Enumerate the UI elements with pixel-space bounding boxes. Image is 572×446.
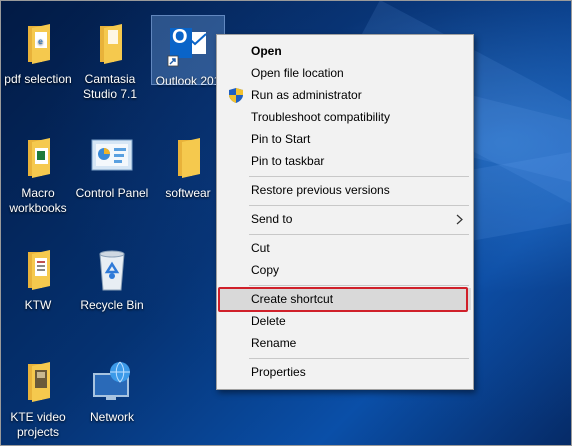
menu-item-label: Restore previous versions <box>251 183 390 197</box>
desktop-icon-control-panel[interactable]: Control Panel <box>74 134 150 201</box>
menu-item-label: Pin to taskbar <box>251 154 325 168</box>
desktop-icon-camtasia[interactable]: Camtasia Studio 7.1 <box>72 20 148 102</box>
icon-label: softwear <box>165 186 211 200</box>
folder-document-icon <box>14 358 62 406</box>
chevron-right-icon <box>456 214 463 225</box>
icon-label: pdf selection <box>4 72 72 86</box>
menu-item-open[interactable]: Open <box>219 40 471 62</box>
menu-item-troubleshoot-compatibility[interactable]: Troubleshoot compatibility <box>219 106 471 128</box>
outlook-icon: O <box>164 22 212 70</box>
menu-item-properties[interactable]: Properties <box>219 361 471 383</box>
menu-item-label: Run as administrator <box>251 88 362 102</box>
desktop[interactable]: e pdf selection Camtasia Studio 7.1 O Ou… <box>0 0 572 446</box>
icon-label: Control Panel <box>75 186 149 200</box>
folder-icon <box>86 20 134 68</box>
menu-item-label: Cut <box>251 241 270 255</box>
folder-excel-icon <box>14 134 62 182</box>
menu-item-send-to[interactable]: Send to <box>219 208 471 230</box>
menu-item-label: Pin to Start <box>251 132 311 146</box>
annotation-highlight-box <box>218 287 468 312</box>
recycle-bin-icon <box>88 246 136 294</box>
folder-document-icon <box>14 246 62 294</box>
menu-item-pin-to-taskbar[interactable]: Pin to taskbar <box>219 150 471 172</box>
folder-icon <box>164 134 212 182</box>
menu-separator <box>249 358 469 359</box>
network-icon <box>88 358 136 406</box>
desktop-icon-ktw[interactable]: KTW <box>0 246 76 313</box>
control-panel-icon <box>88 134 136 182</box>
menu-item-restore-previous-versions[interactable]: Restore previous versions <box>219 179 471 201</box>
menu-separator <box>249 205 469 206</box>
menu-item-copy[interactable]: Copy <box>219 259 471 281</box>
desktop-icon-outlook[interactable]: O Outlook 201 <box>151 15 225 88</box>
menu-item-pin-to-start[interactable]: Pin to Start <box>219 128 471 150</box>
icon-label: Outlook 201 <box>155 74 221 88</box>
menu-item-label: Send to <box>251 212 293 226</box>
icon-label: KTE video projects <box>10 410 66 439</box>
desktop-icon-kte-video-projects[interactable]: KTE video projects <box>0 358 76 440</box>
menu-item-label: Delete <box>251 314 286 328</box>
menu-separator <box>249 285 469 286</box>
folder-document-icon: e <box>14 20 62 68</box>
icon-label: Macro workbooks <box>9 186 67 215</box>
desktop-icon-softwear[interactable]: softwear <box>150 134 226 201</box>
uac-shield-icon <box>229 88 243 103</box>
outlook-letter: O <box>172 26 188 48</box>
menu-separator <box>249 176 469 177</box>
menu-separator <box>249 234 469 235</box>
icon-label: Recycle Bin <box>80 298 144 312</box>
menu-item-run-as-administrator[interactable]: Run as administrator <box>219 84 471 106</box>
menu-item-label: Open file location <box>251 66 344 80</box>
menu-item-cut[interactable]: Cut <box>219 237 471 259</box>
menu-item-label: Open <box>251 44 282 58</box>
desktop-icon-pdf-selection[interactable]: e pdf selection <box>0 20 76 87</box>
desktop-icon-recycle-bin[interactable]: Recycle Bin <box>74 246 150 313</box>
icon-label: Network <box>89 410 134 424</box>
desktop-icon-macro-workbooks[interactable]: Macro workbooks <box>0 134 76 216</box>
menu-item-delete[interactable]: Delete <box>219 310 471 332</box>
svg-text:e: e <box>38 37 43 46</box>
context-menu: Open Open file location Run as administr… <box>216 34 474 390</box>
menu-item-label: Copy <box>251 263 280 277</box>
icon-label: Camtasia Studio 7.1 <box>82 72 138 101</box>
menu-item-rename[interactable]: Rename <box>219 332 471 354</box>
menu-item-label: Properties <box>251 365 306 379</box>
desktop-icon-network[interactable]: Network <box>74 358 150 425</box>
menu-item-label: Troubleshoot compatibility <box>251 110 390 124</box>
icon-label: KTW <box>24 298 52 312</box>
menu-item-label: Rename <box>251 336 297 350</box>
menu-item-open-file-location[interactable]: Open file location <box>219 62 471 84</box>
